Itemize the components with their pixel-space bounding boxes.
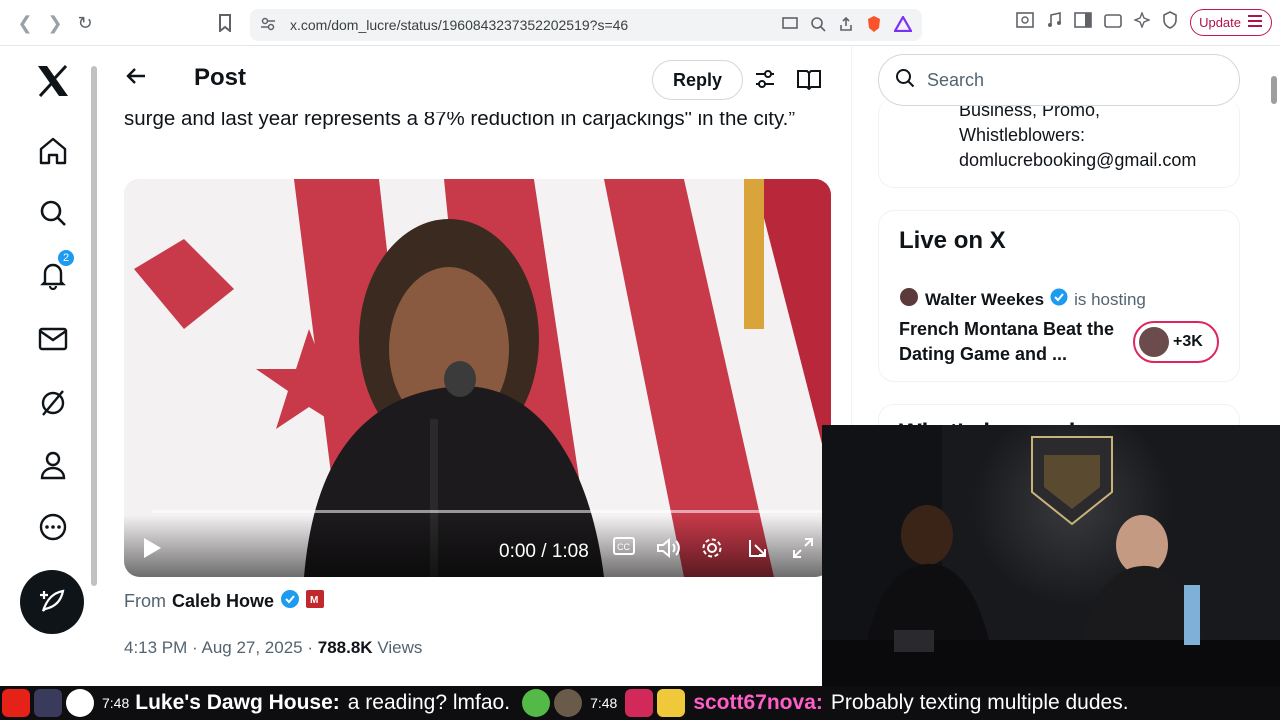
grok-icon[interactable]: [32, 382, 74, 424]
cast-icon[interactable]: [782, 16, 798, 34]
page-title: Post: [194, 64, 247, 91]
more-options-icon[interactable]: [32, 506, 74, 548]
space-title[interactable]: French Montana Beat the Dating Game and …: [899, 317, 1119, 367]
reader-view-icon[interactable]: [796, 68, 822, 95]
verified-badge-icon: [280, 589, 300, 614]
chat-message: a reading? lmfao.: [347, 691, 511, 714]
compose-post-button[interactable]: [20, 570, 84, 634]
feather-quill-icon: [40, 589, 65, 612]
from-author-link[interactable]: Caleb Howe: [172, 591, 274, 612]
emote-icon: [657, 689, 686, 717]
chat-username: scott67nova:: [693, 691, 823, 714]
reply-button[interactable]: Reply: [652, 60, 744, 100]
post-timestamp[interactable]: 4:13 PM · Aug 27, 2025 ·: [124, 638, 313, 657]
explore-search-icon[interactable]: [32, 192, 74, 234]
messages-mail-icon[interactable]: [32, 318, 74, 360]
emote-icon: [34, 689, 62, 717]
left-scrollbar-thumb[interactable]: [91, 66, 97, 586]
live-on-x-card: Live on X Walter Weekes is hosting Frenc…: [878, 210, 1240, 382]
sidebar-icon[interactable]: [1074, 12, 1092, 33]
stream-chat-ticker: 7:48 Luke's Dawg House: a reading? lmfao…: [0, 686, 1280, 720]
webcam-frame: [822, 425, 1280, 686]
forward-arrow-icon[interactable]: ❯: [40, 8, 70, 38]
brave-rewards-icon[interactable]: [893, 14, 913, 35]
bio-email: domlucrebooking@gmail.com: [959, 150, 1197, 170]
video-progress-bar[interactable]: [152, 510, 823, 513]
home-icon[interactable]: [32, 130, 74, 172]
captions-icon[interactable]: CC: [613, 537, 635, 560]
wallet-icon[interactable]: [1104, 12, 1122, 33]
profile-bio-card: Business, Promo, Whistleblowers: domlucr…: [878, 98, 1240, 188]
youtube-icon: [2, 689, 30, 717]
user-avatar-icon: [554, 689, 583, 717]
play-emote-icon: [522, 689, 551, 717]
video-time: 0:00 / 1:08: [499, 541, 589, 562]
reload-icon[interactable]: ↻: [70, 8, 100, 38]
search-placeholder: Search: [927, 69, 985, 90]
video-source: From Caleb Howe M: [124, 589, 325, 614]
post-meta: 4:13 PM · Aug 27, 2025 · 788.8K Views: [124, 638, 422, 658]
views-count: 788.8K: [317, 638, 373, 657]
address-bar[interactable]: x.com/dom_lucre/status/19608432373522025…: [250, 9, 922, 41]
host-name: Walter Weekes: [925, 289, 1045, 309]
from-prefix: From: [124, 591, 166, 611]
play-icon[interactable]: [142, 537, 162, 564]
vpn-icon[interactable]: [1162, 11, 1178, 34]
bookmark-icon[interactable]: [210, 8, 240, 38]
left-navigation: 2: [0, 46, 104, 686]
url-text: x.com/dom_lucre/status/19608432373522025…: [290, 17, 629, 33]
listeners-pill[interactable]: +3K: [1133, 321, 1219, 363]
chat-time: 7:48: [102, 695, 130, 711]
volume-icon[interactable]: [656, 537, 682, 564]
video-player[interactable]: 0:00 / 1:08 CC: [124, 179, 831, 577]
bio-line: Whistleblowers:: [959, 125, 1086, 145]
leo-ai-icon[interactable]: [1133, 11, 1151, 33]
chat-time: 7:48: [590, 695, 618, 711]
music-icon[interactable]: [1046, 12, 1062, 33]
moderator-badge-icon: [625, 689, 654, 717]
notifications-badge: 2: [56, 248, 76, 268]
main-column: surge and last year represents a 87% red…: [104, 46, 852, 686]
profile-icon[interactable]: [32, 444, 74, 486]
listeners-count: +3K: [1173, 333, 1203, 350]
brave-shield-icon[interactable]: [866, 15, 882, 36]
host-row[interactable]: Walter Weekes is hosting: [899, 287, 1146, 312]
svg-text:M: M: [310, 595, 318, 606]
back-arrow-icon[interactable]: ❮: [10, 8, 40, 38]
host-suffix: is hosting: [1074, 289, 1146, 309]
svg-text:CC: CC: [617, 542, 630, 552]
page-scrollbar-thumb[interactable]: [1271, 76, 1277, 104]
listener-avatar: [1139, 327, 1169, 357]
share-icon[interactable]: [838, 16, 854, 35]
post-header: Post Reply: [104, 46, 851, 112]
site-settings-icon[interactable]: [260, 16, 276, 35]
affiliate-badge-icon: M: [306, 590, 325, 613]
video-controls: 0:00 / 1:08 CC: [124, 515, 831, 577]
search-icon: [895, 68, 915, 93]
menu-icon: [1247, 14, 1263, 31]
chat-username: Luke's Dawg House:: [135, 691, 340, 714]
chat-message: Probably texting multiple dudes.: [830, 691, 1129, 714]
update-label: Update: [1199, 15, 1241, 30]
back-arrow-icon[interactable]: [124, 64, 148, 93]
settings-gear-icon[interactable]: [701, 537, 723, 564]
picture-in-picture-icon[interactable]: [747, 537, 769, 564]
search-input[interactable]: Search: [878, 54, 1240, 106]
x-logo-icon[interactable]: [32, 60, 74, 102]
user-avatar-icon: [66, 689, 94, 717]
reader-mode-icon[interactable]: [1016, 12, 1034, 33]
views-label: Views: [377, 638, 423, 657]
filter-sliders-icon[interactable]: [754, 68, 776, 95]
host-avatar: [899, 287, 919, 312]
left-scrollbar[interactable]: [90, 56, 98, 666]
live-section-title: Live on X: [899, 227, 1006, 254]
zoom-icon[interactable]: [810, 16, 826, 35]
fullscreen-icon[interactable]: [792, 537, 814, 564]
streamer-webcam-overlay: [822, 425, 1280, 686]
notifications-bell-icon[interactable]: 2: [32, 248, 76, 296]
browser-toolbar: ❮ ❯ ↻ x.com/dom_lucre/status/19608432373…: [0, 0, 1280, 46]
update-button[interactable]: Update: [1190, 9, 1272, 36]
verified-badge-icon: [1050, 288, 1068, 311]
